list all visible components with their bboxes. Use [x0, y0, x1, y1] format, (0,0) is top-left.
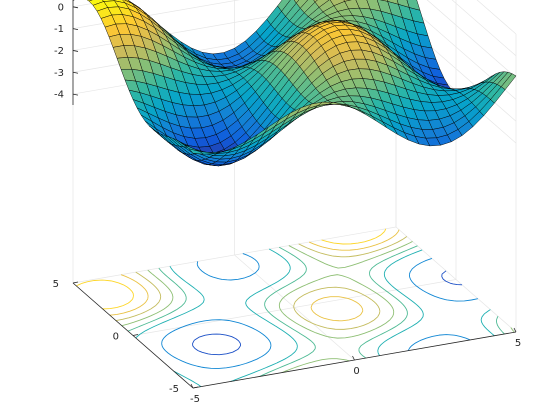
- z-tick-label: 0: [58, 2, 64, 13]
- y-tick: [192, 386, 199, 389]
- z-tick-label: -1: [54, 24, 64, 35]
- z-tick: [72, 28, 79, 31]
- x-tick-label: 0: [353, 366, 359, 377]
- y-tick: [72, 281, 79, 284]
- z-tick-label: -2: [54, 46, 64, 57]
- z-tick: [72, 50, 79, 52]
- x-tick-label: 5: [515, 338, 521, 349]
- y-tick-label: 5: [53, 279, 59, 290]
- z-tick: [72, 93, 79, 96]
- x-tick-label: -5: [190, 394, 200, 405]
- y-tick-label: -5: [169, 384, 179, 395]
- z-tick-label: -3: [54, 68, 64, 79]
- surface-plot: 10-1-2-3-4-505-505: [53, 0, 521, 405]
- y-tick-label: 0: [113, 332, 119, 343]
- contour-line: [192, 270, 463, 356]
- z-tick: [72, 6, 79, 9]
- y-tick: [132, 334, 139, 336]
- contour-line: [127, 245, 505, 377]
- contour-line: [161, 253, 478, 369]
- z-tick-label: -4: [54, 90, 64, 101]
- z-tick: [72, 71, 79, 74]
- contour-line: [135, 248, 495, 387]
- surface-mesh: [72, 0, 517, 167]
